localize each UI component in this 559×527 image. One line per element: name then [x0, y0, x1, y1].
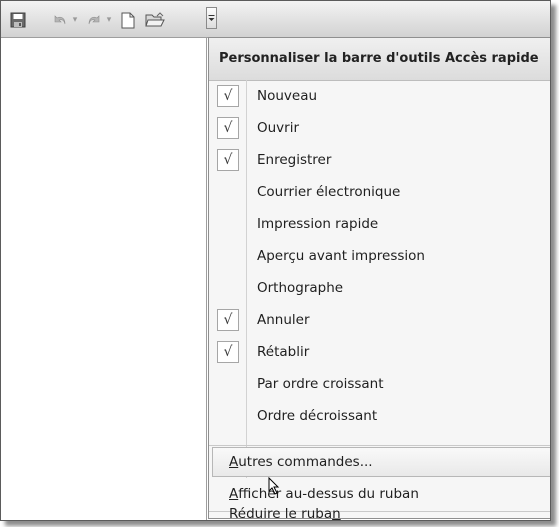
new-document-icon[interactable] — [119, 10, 137, 30]
menu-item-label: Annuler — [257, 312, 310, 328]
menu-item-label: Par ordre croissant — [257, 376, 384, 392]
save-icon[interactable] — [9, 10, 27, 30]
menu-item-label: Aperçu avant impression — [257, 248, 425, 264]
menu-item-orthographe[interactable]: Orthographe — [209, 272, 550, 304]
menu-item-label: Rétablir — [257, 344, 310, 360]
minimize-ribbon-item[interactable]: Réduire le ruban — [209, 506, 550, 520]
menu-item-label: Réduire le ruban — [229, 506, 341, 521]
menu-item-label: Ouvrir — [257, 120, 300, 136]
menu-item-nouveau[interactable]: √ Nouveau — [209, 80, 550, 112]
menu-item-par-ordre-croissant[interactable]: Par ordre croissant — [209, 368, 550, 400]
check-icon: √ — [217, 309, 239, 331]
undo-chevron-down-icon[interactable]: ▾ — [71, 10, 79, 30]
menu-item-label: Nouveau — [257, 88, 318, 104]
document-area-divider — [206, 37, 207, 520]
menu-item-label: Autres commandes... — [229, 454, 373, 470]
more-commands-item[interactable]: Autres commandes... — [209, 446, 550, 478]
menu-item-retablir[interactable]: √ Rétablir — [209, 336, 550, 368]
menu-item-label: Afficher au-dessus du ruban — [229, 486, 419, 502]
check-icon: √ — [217, 341, 239, 363]
menu-item-apercu-avant-impression[interactable]: Aperçu avant impression — [209, 240, 550, 272]
quick-access-toolbar: ▾ ▾ — [1, 1, 550, 38]
menu-item-courrier-electronique[interactable]: Courrier électronique — [209, 176, 550, 208]
mouse-pointer-icon — [268, 477, 280, 495]
menu-item-enregistrer[interactable]: √ Enregistrer — [209, 144, 550, 176]
menu-item-label: Ordre décroissant — [257, 408, 378, 424]
check-icon: √ — [217, 117, 239, 139]
menu-item-annuler[interactable]: √ Annuler — [209, 304, 550, 336]
menu-item-ouvrir[interactable]: √ Ouvrir — [209, 112, 550, 144]
menu-item-ordre-decroissant[interactable]: Ordre décroissant — [209, 400, 550, 432]
check-icon: √ — [217, 85, 239, 107]
undo-icon[interactable] — [51, 10, 69, 30]
menu-item-label: Impression rapide — [257, 216, 379, 232]
menu-item-impression-rapide[interactable]: Impression rapide — [209, 208, 550, 240]
open-folder-icon[interactable] — [144, 10, 166, 30]
menu-item-label: Enregistrer — [257, 152, 332, 168]
app-window: ▾ ▾ Personnaliser la barre d'outils Accè… — [0, 0, 551, 521]
redo-icon[interactable] — [85, 10, 103, 30]
menu-title: Personnaliser la barre d'outils Accès ra… — [209, 38, 550, 81]
customize-dropdown-icon[interactable] — [206, 7, 217, 29]
menu-item-label: Orthographe — [257, 280, 344, 296]
customize-quick-access-menu: Personnaliser la barre d'outils Accès ra… — [208, 37, 550, 520]
check-icon: √ — [217, 149, 239, 171]
menu-item-label: Courrier électronique — [257, 184, 401, 200]
redo-chevron-down-icon[interactable]: ▾ — [105, 10, 113, 30]
